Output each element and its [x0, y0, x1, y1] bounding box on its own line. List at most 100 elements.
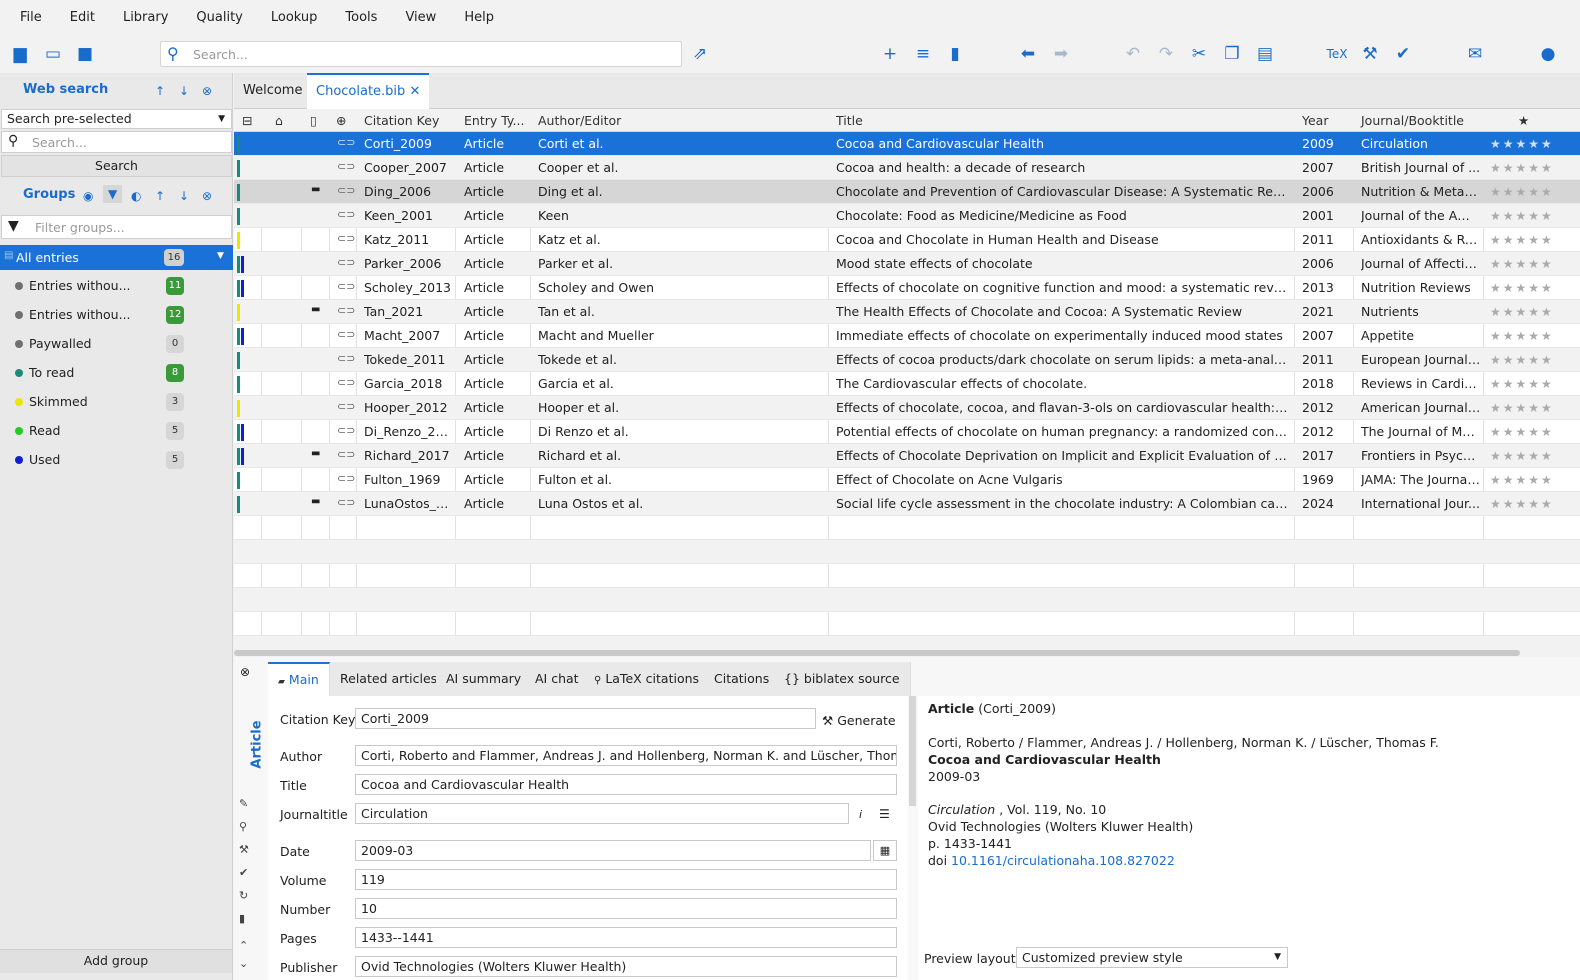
- open-library-icon[interactable]: ▭: [42, 44, 64, 64]
- table-row[interactable]: [234, 516, 1580, 540]
- link-icon[interactable]: ⊂⊃: [337, 328, 355, 341]
- calendar-icon[interactable]: ▦: [873, 840, 897, 861]
- table-row[interactable]: [234, 612, 1580, 636]
- tab-main[interactable]: ▰ Main: [268, 662, 330, 696]
- tag-icon[interactable]: ⌂: [275, 113, 283, 128]
- redo-icon[interactable]: ↷: [1155, 44, 1177, 64]
- rating-stars[interactable]: ★★★★★: [1490, 329, 1554, 343]
- tab-chocolate-bib[interactable]: Chocolate.bib ✕: [307, 73, 430, 109]
- cut-icon[interactable]: ✂: [1188, 44, 1210, 64]
- group-item[interactable]: Skimmed 3: [0, 388, 233, 417]
- eye-icon[interactable]: ◉: [83, 189, 93, 203]
- filter-icon[interactable]: ▼: [103, 185, 123, 203]
- chevron-up-icon[interactable]: ⌃: [239, 939, 248, 952]
- table-row[interactable]: Hooper_2012 Article Hooper et al. Effects o…: [234, 396, 1580, 420]
- table-row[interactable]: [234, 540, 1580, 564]
- link-icon[interactable]: ⊂⊃: [337, 160, 355, 173]
- table-row[interactable]: LunaOstos_2... Article Luna Ostos et al. So…: [234, 492, 1580, 516]
- pencil-icon[interactable]: ✎: [239, 797, 248, 810]
- wrench-icon[interactable]: ⚒: [1359, 44, 1381, 64]
- table-row[interactable]: Richard_2017 Article Richard et al. Effects…: [234, 444, 1580, 468]
- rating-stars[interactable]: ★★★★★: [1490, 209, 1554, 223]
- global-search-input[interactable]: ⚲ Search...: [160, 41, 682, 67]
- rating-stars[interactable]: ★★★★★: [1490, 305, 1554, 319]
- rating-stars[interactable]: ★★★★★: [1490, 257, 1554, 271]
- table-row[interactable]: Cooper_2007 Article Cooper et al. Cocoa and…: [234, 156, 1580, 180]
- tex-icon[interactable]: TeX: [1326, 44, 1348, 64]
- info-icon[interactable]: i: [859, 808, 862, 821]
- pdf-icon[interactable]: ▬: [311, 496, 320, 507]
- save-icon[interactable]: ■: [74, 44, 96, 64]
- table-row[interactable]: Fulton_1969 Article Fulton et al. Effect of…: [234, 468, 1580, 492]
- group-item[interactable]: Entries withou... 12: [0, 301, 233, 330]
- link-icon[interactable]: ⊂⊃: [337, 448, 355, 461]
- pdf-icon[interactable]: ▬: [311, 304, 320, 315]
- form-scrollbar[interactable]: [909, 696, 916, 806]
- file-icon[interactable]: ▯: [310, 113, 317, 128]
- citation-key-field[interactable]: Corti_2009: [355, 708, 816, 729]
- menu-edit[interactable]: Edit: [70, 10, 95, 25]
- table-row[interactable]: [234, 588, 1580, 612]
- open-external-icon[interactable]: ⇗: [689, 44, 711, 64]
- github-icon[interactable]: ●: [1537, 44, 1559, 64]
- pdf-icon[interactable]: ▬: [311, 184, 320, 195]
- fetcher-select[interactable]: Search pre-selected ▼: [1, 109, 232, 129]
- rating-stars[interactable]: ★★★★★: [1490, 377, 1554, 391]
- table-row[interactable]: [234, 564, 1580, 588]
- web-search-input[interactable]: ⚲ Search...: [1, 131, 232, 153]
- delete-icon[interactable]: ▮: [944, 44, 966, 64]
- group-item[interactable]: To read 8: [0, 359, 233, 388]
- journal-field[interactable]: Circulation: [355, 803, 849, 824]
- col-year[interactable]: Year: [1302, 113, 1328, 128]
- back-icon[interactable]: ⬅: [1017, 44, 1039, 64]
- table-row[interactable]: Scholey_2013 Article Scholey and Owen Effec…: [234, 276, 1580, 300]
- wrench-icon[interactable]: ⚒: [239, 843, 249, 856]
- move-down-icon[interactable]: ↓: [179, 84, 189, 98]
- tab-citations[interactable]: Citations: [704, 662, 781, 696]
- undo-icon[interactable]: ↶: [1122, 44, 1144, 64]
- group-item[interactable]: Used 5: [0, 446, 233, 475]
- search-icon[interactable]: ⚲: [239, 820, 247, 833]
- link-icon[interactable]: ⊂⊃: [337, 304, 355, 317]
- copy-icon[interactable]: ❐: [1221, 44, 1243, 64]
- preview-layout-select[interactable]: Customized preview style ▼: [1016, 947, 1288, 968]
- group-all-entries[interactable]: ▤ All entries 16 ▼: [0, 245, 233, 270]
- tab-welcome[interactable]: Welcome: [234, 73, 311, 109]
- rating-stars[interactable]: ★★★★★: [1490, 425, 1554, 439]
- table-row[interactable]: Corti_2009 Article Corti et al. Cocoa and C…: [234, 132, 1580, 156]
- group-item[interactable]: Entries withou... 11: [0, 272, 233, 301]
- close-icon[interactable]: ⊗: [202, 84, 212, 98]
- rating-stars[interactable]: ★★★★★: [1490, 401, 1554, 415]
- generate-button[interactable]: ⚒ Generate: [822, 713, 896, 728]
- col-journal[interactable]: Journal/Booktitle: [1361, 113, 1464, 128]
- rating-stars[interactable]: ★★★★★: [1490, 497, 1554, 511]
- table-row[interactable]: Ding_2006 Article Ding et al. Chocolate and…: [234, 180, 1580, 204]
- link-icon[interactable]: ⊂⊃: [337, 184, 355, 197]
- pdf-icon[interactable]: ▬: [311, 448, 320, 459]
- group-item[interactable]: Read 5: [0, 417, 233, 446]
- close-icon[interactable]: ⊗: [202, 189, 212, 203]
- tab-ai-chat[interactable]: AI chat: [525, 662, 590, 696]
- menu-tools[interactable]: Tools: [345, 10, 377, 25]
- move-up-icon[interactable]: ↑: [155, 189, 165, 203]
- tab-ai-summary[interactable]: AI summary: [436, 662, 533, 696]
- web-search-button[interactable]: Search: [1, 155, 232, 177]
- link-icon[interactable]: ⊂⊃: [337, 376, 355, 389]
- tab-latex-citations[interactable]: ⚲ LaTeX citations: [584, 662, 711, 696]
- link-icon[interactable]: ⊂⊃: [337, 280, 355, 293]
- table-row[interactable]: Katz_2011 Article Katz et al. Cocoa and Cho…: [234, 228, 1580, 252]
- invert-icon[interactable]: ◐: [131, 189, 141, 203]
- link-icon[interactable]: ⊂⊃: [337, 424, 355, 437]
- cleanup-icon[interactable]: ✔: [239, 866, 248, 879]
- table-row[interactable]: Tokede_2011 Article Tokede et al. Effects o…: [234, 348, 1580, 372]
- add-list-icon[interactable]: ≡: [912, 44, 934, 64]
- close-editor-icon[interactable]: ⊗: [240, 665, 250, 679]
- publisher-field[interactable]: Ovid Technologies (Wolters Kluwer Health…: [355, 956, 897, 977]
- menu-help[interactable]: Help: [464, 10, 494, 25]
- rating-stars[interactable]: ★★★★★: [1490, 281, 1554, 295]
- number-field[interactable]: 10: [355, 898, 897, 919]
- author-field[interactable]: Corti, Roberto and Flammer, Andreas J. a…: [355, 745, 897, 766]
- forward-icon[interactable]: ➡: [1050, 44, 1072, 64]
- menu-lookup[interactable]: Lookup: [271, 10, 318, 25]
- chevron-down-icon[interactable]: ⌄: [239, 957, 248, 970]
